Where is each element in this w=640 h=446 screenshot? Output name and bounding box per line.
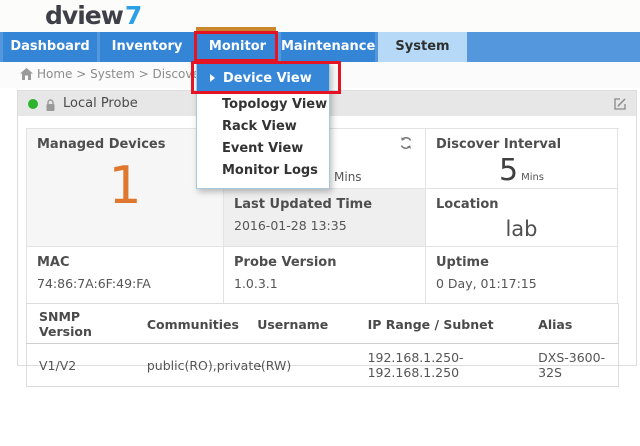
uptime-label: Uptime (426, 247, 617, 270)
nav-tab-inventory[interactable]: Inventory (100, 32, 194, 62)
cell-alias: DXS-3600-32S (526, 344, 618, 387)
managed-devices-cell: Managed Devices 1 (27, 129, 224, 247)
last-updated-cell: Last Updated Time 2016-01-28 13:35 (224, 189, 426, 247)
table-row: V1/V2 public(RO),private(RW) - 192.168.1… (27, 344, 619, 387)
nav-tab-maintenance[interactable]: Maintenance (281, 32, 375, 62)
home-icon (20, 68, 33, 80)
monitor-dropdown-menu: Device View Topology View Rack View Even… (196, 62, 330, 189)
managed-devices-label: Managed Devices (27, 129, 223, 152)
col-communities: Communities (135, 304, 245, 344)
probe-title: Local Probe (63, 91, 138, 116)
col-alias: Alias (526, 304, 618, 344)
snmp-table: SNMP Version Communities Username IP Ran… (26, 303, 619, 387)
cell-snmp-version: V1/V2 (27, 344, 135, 387)
nav-tab-monitor[interactable]: Monitor (197, 32, 278, 62)
logo-brand-text: dview (45, 1, 123, 30)
probe-version-value: 1.0.3.1 (224, 270, 425, 291)
lock-icon (45, 97, 56, 116)
uptime-value: 0 Day, 01:17:15 (426, 270, 617, 291)
location-label: Location (426, 189, 617, 212)
dview7-logo: dview7 (45, 1, 141, 30)
probe-version-label: Probe Version (224, 247, 425, 270)
uptime-cell: Uptime 0 Day, 01:17:15 (426, 247, 618, 304)
online-status-icon (28, 99, 38, 109)
col-username: Username (245, 304, 355, 344)
menu-item-device-view[interactable]: Device View (197, 63, 329, 94)
breadcrumb[interactable]: Home > System > Discovery (20, 67, 212, 81)
annotation-orange-strip (196, 27, 276, 32)
mac-value: 74:86:7A:6F:49:FA (27, 270, 223, 291)
menu-item-event-view[interactable]: Event View (197, 138, 329, 160)
snmp-table-header-row: SNMP Version Communities Username IP Ran… (27, 304, 619, 344)
cell-communities: public(RO),private(RW) (135, 344, 245, 387)
discover-interval-label: Discover Interval (426, 129, 617, 152)
nav-tab-dashboard[interactable]: Dashboard (3, 32, 97, 62)
menu-item-monitor-logs[interactable]: Monitor Logs (197, 160, 329, 182)
discover-interval-value: 5 (499, 153, 518, 188)
mac-cell: MAC 74:86:7A:6F:49:FA (27, 247, 224, 304)
menu-item-rack-view[interactable]: Rack View (197, 116, 329, 138)
discover-interval-cell: Discover Interval 5Mins (426, 129, 618, 189)
col-ip-range: IP Range / Subnet (356, 304, 527, 344)
logo-seven-text: 7 (125, 1, 141, 30)
probe-version-cell: Probe Version 1.0.3.1 (224, 247, 426, 304)
col-snmp-version: SNMP Version (27, 304, 135, 344)
dview7-app: dview7 Dashboard Inventory Monitor Maint… (0, 0, 640, 446)
breadcrumb-path: Home > System > Discovery (37, 67, 212, 81)
nav-tab-system[interactable]: System (378, 32, 467, 62)
main-nav: Dashboard Inventory Monitor Maintenance … (0, 32, 640, 62)
last-updated-value: 2016-01-28 13:35 (224, 212, 425, 233)
edit-icon[interactable] (613, 96, 627, 115)
refresh-icon[interactable] (399, 135, 413, 154)
app-header: dview7 (0, 0, 640, 32)
location-cell: Location lab (426, 189, 618, 247)
polling-interval-unit: Mins (334, 170, 362, 184)
menu-item-topology-view[interactable]: Topology View (197, 94, 329, 116)
location-value: lab (426, 217, 617, 241)
managed-devices-value: 1 (27, 156, 223, 216)
menu-arrow-icon (210, 74, 215, 82)
cell-ip-range: 192.168.1.250-192.168.1.250 (356, 344, 527, 387)
discover-interval-unit: Mins (521, 172, 544, 183)
last-updated-label: Last Updated Time (224, 189, 425, 212)
mac-label: MAC (27, 247, 223, 270)
